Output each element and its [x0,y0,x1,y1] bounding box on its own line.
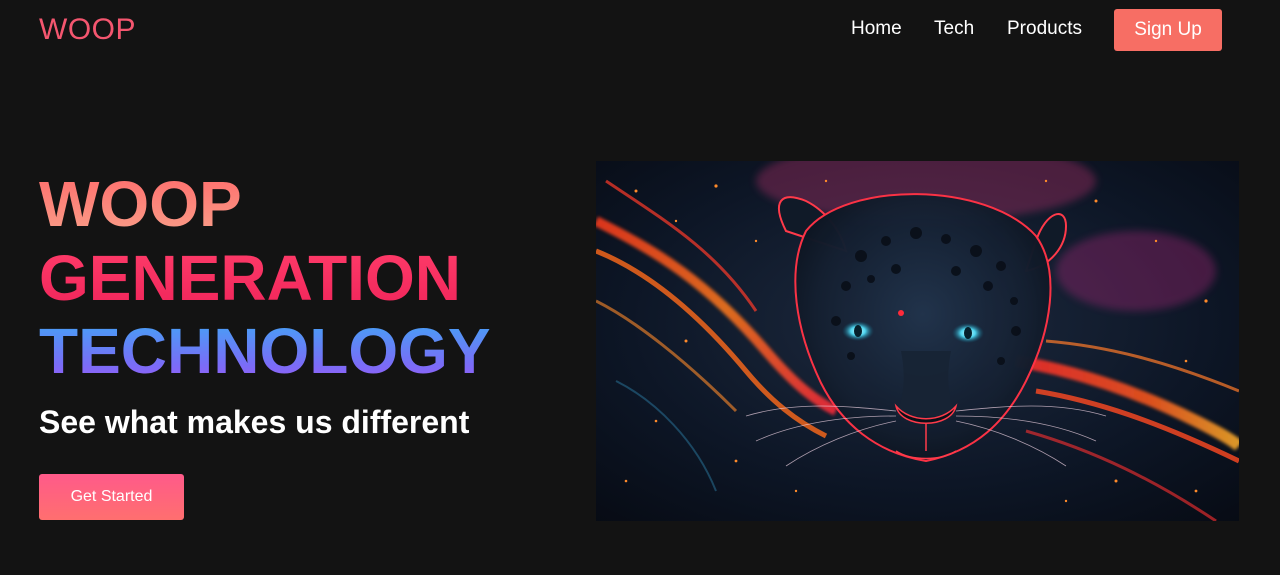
headline-line-1: WOOP [39,168,242,240]
nav-link-home[interactable]: Home [851,18,902,40]
navbar: WOOP Home Tech Products Sign Up [0,0,1280,60]
nav-link-tech[interactable]: Tech [934,18,974,40]
headline-line-2: GENERATION [39,242,461,314]
headline-line-3: TECHNOLOGY [39,315,491,387]
logo[interactable]: WOOP [39,12,136,48]
hero-panther-image [596,161,1239,521]
sign-up-button[interactable]: Sign Up [1114,9,1222,51]
landing-page: WOOP Home Tech Products Sign Up WOOP GEN… [0,0,1280,575]
nav-link-products[interactable]: Products [1007,18,1082,40]
get-started-button[interactable]: Get Started [39,474,184,520]
hero-tagline: See what makes us different [39,404,470,440]
